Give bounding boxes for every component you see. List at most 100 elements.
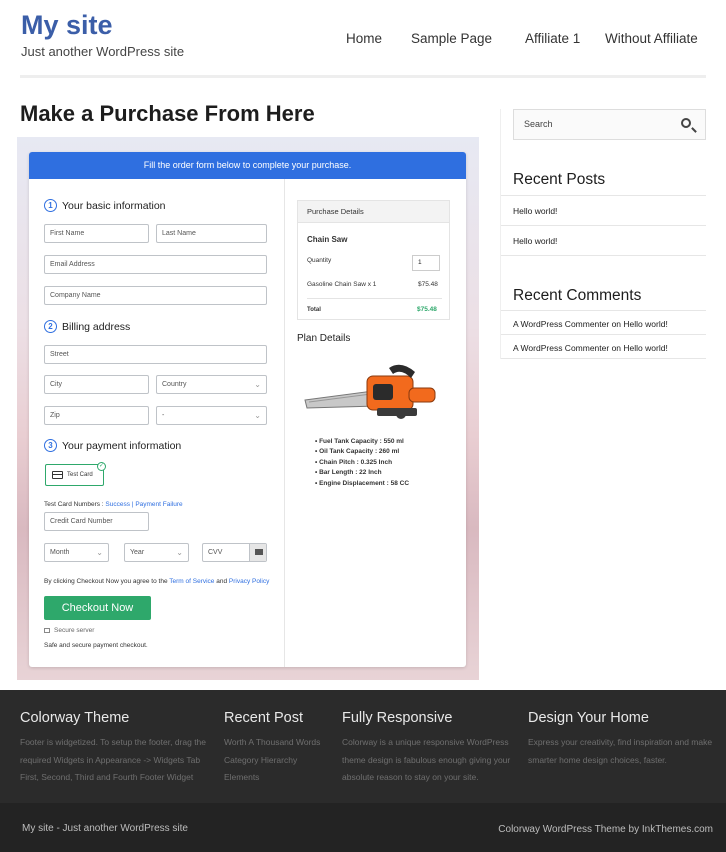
test-card-label: Test Card Numbers : [44, 501, 106, 508]
lock-icon [44, 627, 50, 633]
step-payment: 3 Your payment information [44, 439, 181, 452]
column-divider [284, 179, 285, 667]
footer-link[interactable]: Category Hierarchy [224, 752, 320, 770]
total-value: $75.48 [417, 306, 437, 313]
street-field[interactable]: Street [44, 345, 267, 364]
payment-option-test-card[interactable]: Test Card [45, 464, 104, 486]
footer-col-title: Colorway Theme [20, 710, 130, 726]
purchase-details-header: Purchase Details [298, 201, 449, 223]
footer-line: required Widgets in Appearance -> Widget… [20, 754, 201, 765]
cvv-field[interactable]: CVV [202, 543, 267, 562]
plan-specs: • Fuel Tank Capacity : 550 ml • Oil Tank… [315, 437, 409, 489]
nav-affiliate-1[interactable]: Affiliate 1 [525, 31, 580, 46]
page-title: Make a Purchase From Here [20, 101, 315, 126]
country-select-value: Country [162, 381, 187, 388]
header-divider [20, 75, 706, 78]
company-field[interactable]: Company Name [44, 286, 267, 305]
recent-posts-title: Recent Posts [513, 171, 606, 188]
comment-author-link[interactable]: A WordPress Commenter [513, 319, 609, 329]
step-label: Your basic information [62, 199, 166, 212]
footer-col-title: Design Your Home [528, 710, 649, 726]
city-field[interactable]: City [44, 375, 149, 394]
success-link[interactable]: Success [105, 501, 130, 508]
checkout-form: Fill the order form below to complete yo… [29, 152, 466, 667]
spec-item: • Chain Pitch : 0.325 Inch [315, 458, 393, 466]
total-label: Total [307, 307, 321, 313]
sidebar-divider [501, 195, 706, 196]
footer-col-title: Recent Post [224, 710, 303, 726]
privacy-policy-link[interactable]: Privacy Policy [229, 578, 269, 585]
footer-bottom-bar: My site - Just another WordPress site Co… [0, 803, 726, 852]
footer-line: Colorway is a unique responsive WordPres… [342, 737, 509, 747]
comment-post-link[interactable]: Hello world! [623, 343, 667, 353]
step-basic-info: 1 Your basic information [44, 199, 166, 212]
step-number: 1 [44, 199, 57, 212]
plan-details-title: Plan Details [297, 333, 351, 344]
year-select[interactable]: Year ⌄ [124, 543, 189, 562]
comment-post-link[interactable]: Hello world! [623, 319, 667, 329]
search-icon[interactable] [681, 118, 691, 128]
country-select[interactable]: Country ⌄ [156, 375, 267, 394]
terms-and: and [214, 578, 229, 585]
site-title[interactable]: My site [21, 10, 113, 41]
comment-on: on [609, 343, 624, 353]
comment-author-link[interactable]: A WordPress Commenter [513, 343, 609, 353]
step-number: 3 [44, 439, 57, 452]
spec-item: • Oil Tank Capacity : 260 ml [315, 448, 400, 456]
quantity-label: Quantity [307, 257, 332, 264]
checkout-now-button[interactable]: Checkout Now [44, 596, 151, 620]
checkout-banner: Fill the order form below to complete yo… [29, 152, 466, 179]
site-tagline: Just another WordPress site [21, 44, 185, 59]
first-name-field[interactable]: First Name [44, 224, 149, 243]
footer-col-text: Colorway is a unique responsive WordPres… [342, 734, 510, 787]
chainsaw-image [304, 364, 436, 419]
purchase-details-box: Purchase Details Chain Saw Quantity 1 Ga… [297, 200, 450, 320]
recent-comment: A WordPress Commenter on Hello world! [513, 343, 668, 353]
terms-prefix: By clicking Checkout Now you agree to th… [44, 578, 170, 585]
footer-site-credit[interactable]: My site - Just another WordPress site [22, 823, 188, 834]
card-icon [249, 544, 266, 561]
step-billing: 2 Billing address [44, 320, 130, 333]
spec-item: • Engine Displacement : 58 CC [315, 479, 410, 487]
recent-comments-title: Recent Comments [513, 287, 642, 304]
footer-link[interactable]: Worth A Thousand Words [224, 734, 320, 752]
secure-server-label: Secure server [54, 627, 95, 634]
nav-home[interactable]: Home [346, 31, 382, 46]
nav-sample-page[interactable]: Sample Page [411, 31, 492, 46]
payment-option-label: Test Card [67, 472, 93, 478]
spec-item: • Fuel Tank Capacity : 550 ml [315, 438, 404, 445]
sidebar-divider [501, 334, 706, 335]
footer-link[interactable]: Elements [224, 769, 320, 787]
month-select[interactable]: Month ⌄ [44, 543, 109, 562]
footer-col-title: Fully Responsive [342, 710, 453, 726]
footer-col-text: Footer is widgetized. To setup the foote… [20, 734, 206, 787]
test-card-numbers: Test Card Numbers : Success | Payment Fa… [44, 501, 183, 508]
recent-post-link[interactable]: Hello world! [513, 206, 557, 216]
chevron-down-icon: ⌄ [254, 411, 261, 420]
last-name-field[interactable]: Last Name [156, 224, 267, 243]
step-label: Billing address [62, 320, 131, 333]
state-select-value: - [162, 412, 165, 419]
chevron-down-icon: ⌄ [254, 380, 261, 389]
footer: Colorway Theme Footer is widgetized. To … [0, 690, 726, 803]
safe-checkout-text: Safe and secure payment checkout. [44, 642, 148, 649]
year-select-value: Year [130, 549, 145, 556]
zip-field[interactable]: Zip [44, 406, 149, 425]
sidebar-divider [501, 310, 706, 311]
email-field[interactable]: Email Address [44, 255, 267, 274]
footer-line: Footer is widgetized. To setup the foote… [20, 737, 207, 747]
footer-line: theme design is fabulous enough giving y… [342, 754, 511, 765]
recent-post-link[interactable]: Hello world! [513, 236, 557, 246]
nav-without-affiliate[interactable]: Without Affiliate [605, 31, 698, 46]
search-input[interactable]: Search [513, 109, 706, 140]
checkmark-icon: ✓ [97, 462, 106, 471]
card-number-field[interactable]: Credit Card Number [44, 512, 149, 531]
cvv-placeholder: CVV [208, 549, 223, 556]
terms-of-service-link[interactable]: Term of Service [169, 578, 214, 585]
payment-failure-link[interactable]: Payment Failure [135, 501, 182, 508]
footer-theme-credit[interactable]: Colorway WordPress Theme by InkThemes.co… [498, 824, 713, 835]
quantity-input[interactable]: 1 [412, 255, 440, 271]
chevron-down-icon: ⌄ [176, 548, 183, 557]
footer-line: absolute reason to stay on your site. [342, 772, 479, 782]
state-select[interactable]: - ⌄ [156, 406, 267, 425]
